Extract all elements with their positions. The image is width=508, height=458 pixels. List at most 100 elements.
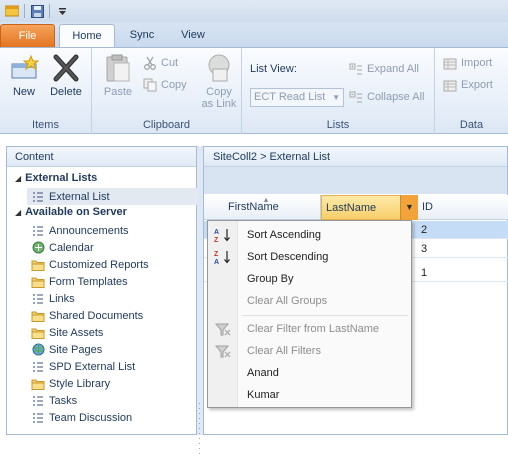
copy-as-link-button[interactable]: Copy as Link [198, 52, 240, 110]
tree-item-label: Announcements [49, 224, 129, 237]
tree-item[interactable]: Links [31, 290, 191, 307]
data-group: Import Export Data [435, 48, 508, 134]
column-header-label: ID [422, 201, 433, 213]
tree-item[interactable]: SPD External List [31, 358, 191, 375]
import-button[interactable]: Import [442, 54, 492, 72]
scissors-icon [142, 55, 158, 71]
menu-item-label: Clear Filter from LastName [247, 323, 380, 335]
copy-label: Copy [161, 79, 187, 91]
menu-item-clear-all-groups[interactable]: Clear All Groups [208, 290, 411, 312]
export-button[interactable]: Export [442, 76, 493, 94]
tree-item[interactable]: Tasks [31, 392, 191, 409]
tab-sync[interactable]: Sync [119, 24, 165, 48]
collapse-all-label: Collapse All [367, 91, 425, 103]
menu-item-label: Clear All Filters [247, 345, 321, 357]
tree-item[interactable]: Form Templates [31, 273, 191, 290]
list-icon [31, 292, 45, 306]
new-button[interactable]: New [2, 52, 46, 110]
list-icon [31, 394, 45, 408]
app-icon[interactable] [4, 3, 20, 19]
tree-item-label: Tasks [49, 394, 78, 407]
tree-item-label: External List [49, 190, 110, 203]
ribbon-tabs: File Home Sync View [0, 22, 508, 49]
delete-icon [50, 52, 82, 84]
delete-label: Delete [50, 86, 82, 98]
tree-item-label: Team Discussion [49, 411, 133, 424]
cut-button[interactable]: Cut [142, 54, 178, 72]
collapse-all-button[interactable]: Collapse All [348, 88, 424, 106]
copy-button[interactable]: Copy [142, 76, 187, 94]
menu-item-filter-value[interactable]: Anand [208, 362, 411, 384]
grid-header: ▴ FirstName LastName ▼ ID [204, 195, 508, 220]
lists-group: List View: ECT Read List ▼ Expand All Co… [242, 48, 435, 134]
menu-item-sort-ascending[interactable]: AZ Sort Ascending [208, 224, 411, 246]
menu-item-filter-value[interactable]: Kumar [208, 384, 411, 406]
tree-heading-available-on-server[interactable]: ◢ Available on Server [15, 206, 127, 218]
save-icon[interactable] [29, 3, 45, 19]
svg-text:A: A [214, 229, 219, 236]
list-icon [31, 190, 45, 204]
column-header-label: LastName [326, 202, 377, 214]
menu-item-group-by[interactable]: Group By [208, 268, 411, 290]
clear-all-filters-icon [214, 343, 232, 359]
export-icon [442, 77, 458, 93]
breadcrumb: SiteColl2 > External List [204, 147, 507, 167]
tree-item-external-list[interactable]: External List [27, 188, 198, 205]
tree-item[interactable]: Customized Reports [31, 256, 191, 273]
tab-home[interactable]: Home [59, 24, 115, 49]
sort-ascending-icon: AZ [214, 227, 232, 244]
new-label: New [12, 86, 35, 98]
export-label: Export [461, 79, 493, 91]
copy-as-link-label-2: as Link [201, 98, 237, 110]
folder-icon [31, 258, 45, 272]
calendar-icon [31, 241, 45, 255]
folder-icon [31, 377, 45, 391]
tree-item[interactable]: Announcements [31, 222, 191, 239]
svg-text:Z: Z [214, 251, 219, 258]
menu-item-label: Anand [247, 367, 279, 379]
column-filter-dropdown-button[interactable]: ▼ [400, 195, 418, 220]
tree-item[interactable]: Site Pages [31, 341, 191, 358]
qat-separator [24, 4, 25, 18]
tab-view[interactable]: View [168, 24, 218, 48]
tree-item-label: SPD External List [49, 360, 136, 373]
items-group-label: Items [32, 119, 59, 131]
tree-item[interactable]: Calendar [31, 239, 191, 256]
folder-icon [31, 326, 45, 340]
sort-indicator-icon: ▴ [264, 195, 269, 204]
tree-item[interactable]: Site Assets [31, 324, 191, 341]
tree-heading-external-lists[interactable]: ◢ External Lists [15, 172, 97, 184]
tree-item-label: Calendar [49, 241, 94, 254]
menu-separator [242, 315, 408, 316]
delete-button[interactable]: Delete [44, 52, 88, 110]
column-header-id[interactable]: ID [418, 195, 508, 220]
clear-filter-icon [214, 321, 232, 337]
column-header-label: FirstName [228, 201, 279, 213]
list-icon [31, 224, 45, 238]
menu-item-label: Kumar [247, 389, 280, 401]
paste-button[interactable]: Paste [96, 52, 140, 110]
cell-id: 3 [421, 243, 428, 255]
external-lists-heading: External Lists [25, 172, 98, 184]
tree-item-label: Shared Documents [49, 309, 144, 322]
list-view-select[interactable]: ECT Read List ▼ [250, 88, 344, 107]
chevron-down-icon: ▼ [405, 202, 414, 212]
menu-item-sort-descending[interactable]: ZA Sort Descending [208, 246, 411, 268]
menu-item-clear-filter[interactable]: Clear Filter from LastName [208, 318, 411, 340]
lists-group-label: Lists [326, 119, 350, 131]
tree-item[interactable]: Shared Documents [31, 307, 191, 324]
list-view-label: List View: [250, 63, 297, 75]
available-heading: Available on Server [25, 206, 127, 218]
tree-item-label: Links [49, 292, 75, 305]
column-header-firstname[interactable]: ▴ FirstName [224, 195, 321, 220]
tree-item[interactable]: Style Library [31, 375, 191, 392]
folder-icon [31, 275, 45, 289]
menu-item-label: Sort Ascending [247, 229, 321, 241]
tree-item-label: Form Templates [49, 275, 128, 288]
customize-qat-icon[interactable] [54, 3, 70, 19]
menu-item-clear-all-filters[interactable]: Clear All Filters [208, 340, 411, 362]
list-view-value: ECT Read List [254, 91, 326, 103]
expand-all-button[interactable]: Expand All [348, 60, 419, 78]
tree-item[interactable]: Team Discussion [31, 409, 191, 426]
tab-file[interactable]: File [0, 24, 55, 48]
